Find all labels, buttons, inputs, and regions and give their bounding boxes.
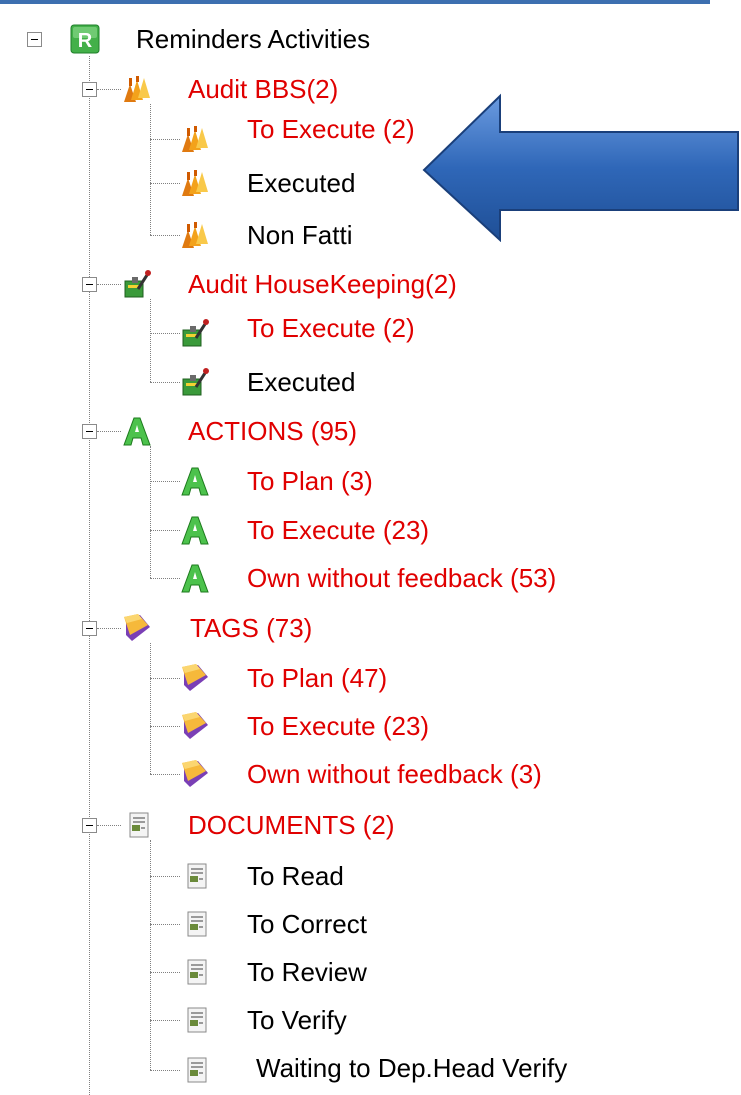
- audit-bbs-icon: [180, 168, 210, 198]
- actions-a-icon: [180, 563, 210, 593]
- root-collapse-toggle[interactable]: [27, 32, 42, 47]
- tags-collapse-toggle[interactable]: [82, 621, 97, 636]
- callout-arrow-icon: [422, 93, 739, 242]
- connector: [150, 104, 151, 235]
- connector: [150, 876, 180, 877]
- connector: [150, 1020, 180, 1021]
- connector: [150, 139, 180, 140]
- tree-item-actions-own-without-feedback[interactable]: Own without feedback (53): [247, 563, 556, 593]
- connector: [150, 726, 180, 727]
- actions-a-icon: [122, 416, 152, 446]
- audit-bbs-icon: [180, 220, 210, 250]
- connector: [150, 235, 180, 236]
- connector: [97, 284, 121, 285]
- connector: [150, 481, 180, 482]
- connector: [97, 89, 121, 90]
- tag-icon: [180, 663, 210, 693]
- tree-item-housekeeping-to-execute[interactable]: To Execute (2): [247, 313, 415, 343]
- tree-item-tags-to-plan[interactable]: To Plan (47): [247, 663, 387, 693]
- svg-text:R: R: [78, 30, 93, 52]
- tree-item-audit-bbs-to-execute[interactable]: To Execute (2): [247, 114, 415, 144]
- housekeeping-collapse-toggle[interactable]: [82, 277, 97, 292]
- group-label-actions[interactable]: ACTIONS (95): [188, 416, 357, 446]
- tag-icon: [122, 613, 152, 643]
- document-icon: [180, 1005, 210, 1035]
- audit-bbs-icon: [180, 124, 210, 154]
- document-icon: [122, 810, 152, 840]
- connector: [150, 530, 180, 531]
- tree-item-audit-bbs-non-fatti[interactable]: Non Fatti: [247, 220, 353, 250]
- connector: [97, 431, 121, 432]
- connector: [150, 1070, 180, 1071]
- connector: [150, 183, 180, 184]
- actions-a-icon: [180, 515, 210, 545]
- document-icon: [180, 909, 210, 939]
- document-icon: [180, 1055, 210, 1085]
- reminders-r-icon: R: [70, 24, 100, 54]
- tree-item-actions-to-plan[interactable]: To Plan (3): [247, 466, 373, 496]
- group-label-documents[interactable]: DOCUMENTS (2): [188, 810, 395, 840]
- group-label-tags[interactable]: TAGS (73): [190, 613, 312, 643]
- connector: [150, 972, 180, 973]
- tree-item-tags-own-without-feedback[interactable]: Own without feedback (3): [247, 759, 542, 789]
- housekeeping-icon: [180, 367, 210, 397]
- document-icon: [180, 957, 210, 987]
- tree-item-tags-to-execute[interactable]: To Execute (23): [247, 711, 429, 741]
- tree-item-documents-to-read[interactable]: To Read: [247, 861, 344, 891]
- connector: [150, 840, 151, 1070]
- housekeeping-icon: [122, 269, 152, 299]
- connector: [150, 446, 151, 578]
- group-label-housekeeping[interactable]: Audit HouseKeeping(2): [188, 269, 457, 299]
- connector: [150, 578, 180, 579]
- connector: [150, 382, 180, 383]
- actions-a-icon: [180, 466, 210, 496]
- audit-bbs-icon: [122, 74, 152, 104]
- connector: [150, 774, 180, 775]
- tree-item-documents-to-review[interactable]: To Review: [247, 957, 367, 987]
- housekeeping-icon: [180, 318, 210, 348]
- connector: [150, 333, 180, 334]
- tree-item-documents-to-verify[interactable]: To Verify: [247, 1005, 347, 1035]
- document-icon: [180, 861, 210, 891]
- audit-bbs-collapse-toggle[interactable]: [82, 82, 97, 97]
- tree-item-documents-to-correct[interactable]: To Correct: [247, 909, 367, 939]
- connector: [150, 299, 151, 382]
- connector: [97, 628, 121, 629]
- connector: [97, 825, 121, 826]
- connector: [150, 678, 180, 679]
- connector: [150, 924, 180, 925]
- tree-item-audit-bbs-executed[interactable]: Executed: [247, 168, 355, 198]
- tag-icon: [180, 711, 210, 741]
- connector: [150, 643, 151, 774]
- actions-collapse-toggle[interactable]: [82, 424, 97, 439]
- tree-item-documents-waiting-verify[interactable]: Waiting to Dep.Head Verify: [256, 1053, 567, 1083]
- tag-icon: [180, 759, 210, 789]
- tree-trunk-line: [89, 56, 90, 1095]
- tree-item-actions-to-execute[interactable]: To Execute (23): [247, 515, 429, 545]
- group-label-audit-bbs[interactable]: Audit BBS(2): [188, 74, 338, 104]
- tree-item-housekeeping-executed[interactable]: Executed: [247, 367, 355, 397]
- root-label[interactable]: Reminders Activities: [136, 24, 370, 54]
- documents-collapse-toggle[interactable]: [82, 818, 97, 833]
